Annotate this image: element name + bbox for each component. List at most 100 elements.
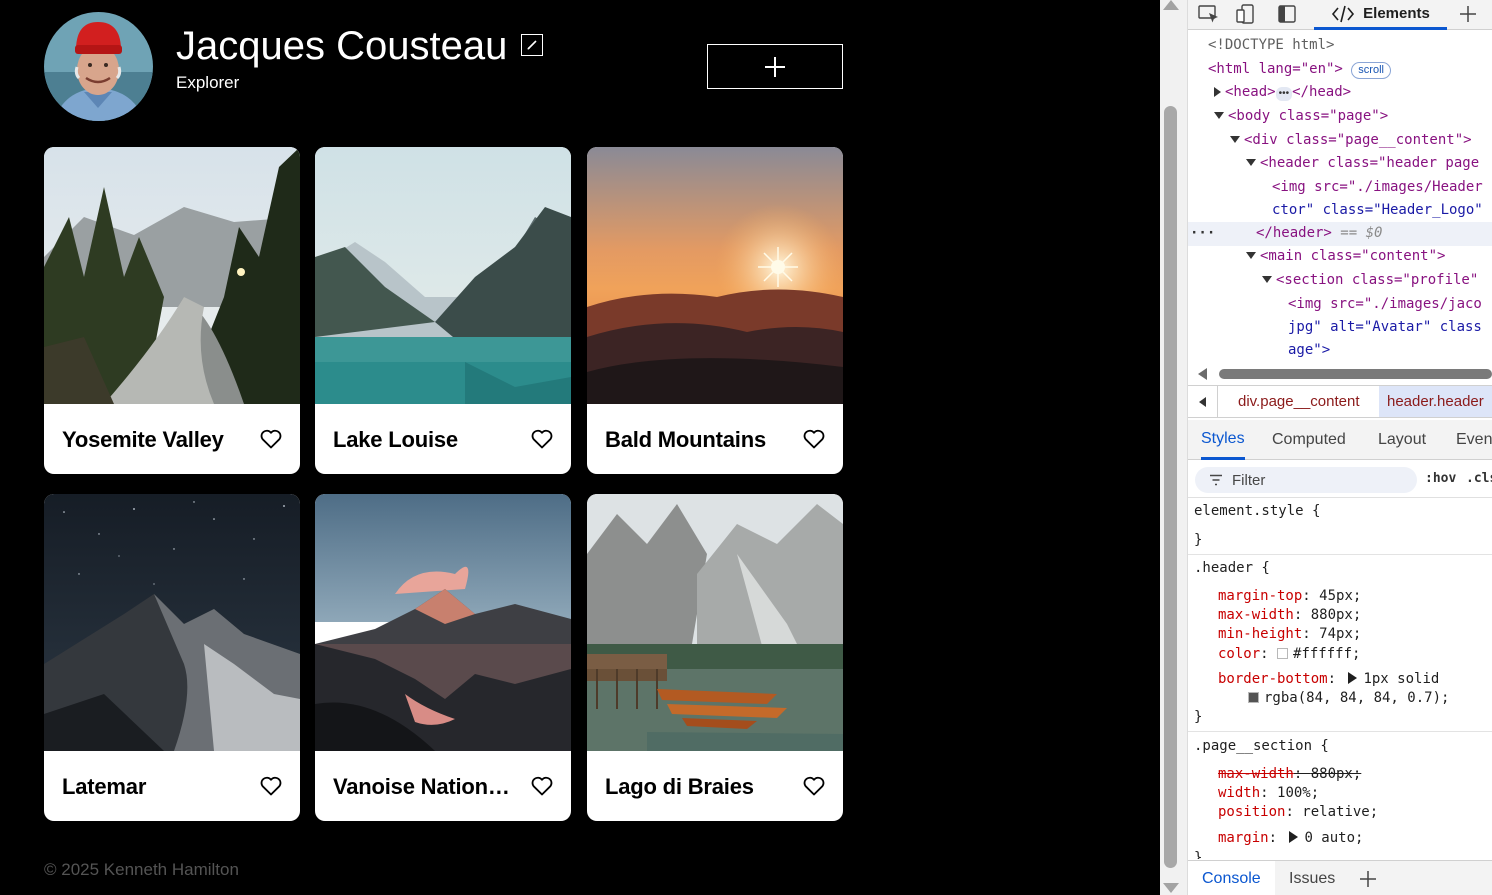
tab-event-listeners[interactable]: Event: [1456, 420, 1492, 460]
profile-about: Explorer: [176, 73, 240, 92]
style-declaration[interactable]: max-width: 880px;: [1218, 605, 1361, 625]
pencil-icon: [527, 40, 537, 50]
style-declaration[interactable]: color: #ffffff;: [1218, 644, 1360, 664]
dom-node-selected[interactable]: ··· </header> == $0: [1188, 222, 1492, 246]
tab-issues[interactable]: Issues: [1289, 861, 1335, 895]
dom-horizontal-scrollbar[interactable]: [1188, 364, 1492, 384]
like-heart-icon[interactable]: [803, 429, 825, 449]
style-declaration[interactable]: min-height: 74px;: [1218, 624, 1361, 644]
dom-node[interactable]: <header class="header page: [1246, 152, 1479, 176]
style-declaration-continued: rgba(84, 84, 84, 0.7);: [1248, 688, 1449, 708]
style-declaration[interactable]: margin: 0 auto;: [1218, 828, 1363, 848]
page-scrollbar[interactable]: [1160, 0, 1188, 895]
like-heart-icon[interactable]: [531, 776, 553, 796]
add-panel-plus-icon[interactable]: [1456, 0, 1480, 28]
style-declaration-overridden[interactable]: max-width: 880px;: [1218, 764, 1361, 784]
scroll-down-arrow-icon[interactable]: [1163, 883, 1179, 893]
hover-state-toggle[interactable]: :hov: [1425, 471, 1456, 486]
dom-node[interactable]: <main class="content">: [1246, 245, 1445, 269]
tab-console[interactable]: Console: [1188, 861, 1275, 895]
dom-node[interactable]: <section class="profile": [1262, 269, 1478, 293]
dom-node-continued[interactable]: ctor" class="Header_Logo": [1272, 199, 1483, 223]
dock-side-icon[interactable]: [1274, 0, 1300, 28]
styles-filter-row: Filter :hov .cls: [1188, 462, 1492, 498]
dom-node[interactable]: <div class="page__content">: [1230, 129, 1472, 153]
color-swatch-icon[interactable]: [1248, 692, 1259, 703]
expand-shorthand-icon[interactable]: [1289, 831, 1299, 843]
dom-node[interactable]: <img src="./images/jaco: [1288, 293, 1482, 317]
dom-tree: <!DOCTYPE html> <html lang="en"> scroll …: [1188, 31, 1492, 363]
devtools-drawer: Console Issues: [1188, 860, 1492, 895]
dom-node[interactable]: <!DOCTYPE html>: [1208, 34, 1334, 58]
like-heart-icon[interactable]: [260, 776, 282, 796]
device-toolbar-icon[interactable]: [1234, 0, 1260, 28]
scroll-thumb[interactable]: [1164, 106, 1177, 868]
card-image[interactable]: [44, 494, 300, 751]
style-declaration[interactable]: border-bottom: 1px solid: [1218, 669, 1439, 689]
place-card: Lake Louise: [315, 147, 571, 474]
style-rule-close: }: [1194, 850, 1203, 859]
expand-arrow-icon[interactable]: [1214, 87, 1221, 97]
collapse-arrow-icon[interactable]: [1214, 112, 1224, 119]
styles-pane: element.style { } .header { margin-top: …: [1188, 499, 1492, 859]
filter-icon: [1210, 474, 1222, 486]
scroll-up-arrow-icon[interactable]: [1163, 0, 1179, 10]
style-rule-close: }: [1194, 709, 1203, 725]
styles-subtabs: Styles Computed Layout Event: [1188, 420, 1492, 460]
style-declaration[interactable]: width: 100%;: [1218, 783, 1319, 803]
dom-node[interactable]: <html lang="en"> scroll: [1208, 58, 1391, 82]
place-card: Latemar: [44, 494, 300, 821]
place-card: Vanoise Nation…: [315, 494, 571, 821]
card-image[interactable]: [587, 147, 843, 404]
scroll-thumb[interactable]: [1219, 369, 1492, 379]
profile-avatar[interactable]: [44, 12, 153, 121]
card-title: Lake Louise: [333, 427, 458, 452]
expand-shorthand-icon[interactable]: [1348, 672, 1358, 684]
card-title: Bald Mountains: [605, 427, 766, 452]
style-rule-close: }: [1194, 532, 1203, 548]
like-heart-icon[interactable]: [260, 429, 282, 449]
tab-styles[interactable]: Styles: [1201, 420, 1245, 460]
card-image[interactable]: [44, 147, 300, 404]
scroll-badge[interactable]: scroll: [1351, 62, 1391, 79]
class-toggle[interactable]: .cls: [1466, 471, 1492, 486]
style-declaration[interactable]: margin-top: 45px;: [1218, 586, 1361, 606]
collapsed-ellipsis-icon[interactable]: •••: [1275, 87, 1293, 101]
collapse-arrow-icon[interactable]: [1230, 136, 1240, 143]
style-rule-selector: element.style {: [1194, 503, 1321, 519]
tab-layout[interactable]: Layout: [1378, 420, 1426, 460]
add-drawer-tab-plus-icon[interactable]: [1358, 861, 1378, 895]
edit-profile-button[interactable]: [521, 34, 543, 56]
collapse-arrow-icon[interactable]: [1262, 276, 1272, 283]
inspect-element-icon[interactable]: [1196, 0, 1222, 28]
node-actions-dots-icon[interactable]: ···: [1190, 222, 1215, 246]
scroll-left-arrow-icon[interactable]: [1198, 368, 1207, 380]
breadcrumb-item-selected[interactable]: header.header: [1379, 386, 1492, 417]
add-place-button[interactable]: [707, 44, 843, 89]
styles-filter-input[interactable]: Filter: [1195, 467, 1417, 493]
like-heart-icon[interactable]: [531, 429, 553, 449]
collapse-arrow-icon[interactable]: [1246, 252, 1256, 259]
dom-node[interactable]: <head> ••• </head>: [1214, 81, 1351, 105]
like-heart-icon[interactable]: [803, 776, 825, 796]
footer-copyright: © 2025 Kenneth Hamilton: [44, 860, 239, 879]
tab-elements[interactable]: Elements: [1314, 0, 1447, 30]
collapse-arrow-icon[interactable]: [1246, 159, 1256, 166]
card-image[interactable]: [315, 147, 571, 404]
dom-node[interactable]: <body class="page">: [1214, 105, 1388, 129]
place-card: Yosemite Valley: [44, 147, 300, 474]
devtools-toolbar: Elements: [1188, 0, 1492, 30]
dom-node-continued[interactable]: age">: [1288, 339, 1330, 363]
profile-name: Jacques Cousteau: [176, 24, 508, 68]
card-image[interactable]: [587, 494, 843, 751]
dom-node-continued[interactable]: jpg" alt="Avatar" class: [1288, 316, 1482, 340]
place-card: Bald Mountains: [587, 147, 843, 474]
breadcrumb-back-arrow-icon[interactable]: [1188, 386, 1218, 417]
tab-computed[interactable]: Computed: [1272, 420, 1346, 460]
dom-node[interactable]: <img src="./images/Header: [1272, 176, 1483, 200]
color-swatch-icon[interactable]: [1277, 648, 1289, 659]
card-image[interactable]: [315, 494, 571, 751]
card-title: Lago di Braies: [605, 774, 754, 799]
style-declaration[interactable]: position: relative;: [1218, 802, 1378, 822]
breadcrumb-item[interactable]: div.page__content: [1238, 386, 1360, 417]
